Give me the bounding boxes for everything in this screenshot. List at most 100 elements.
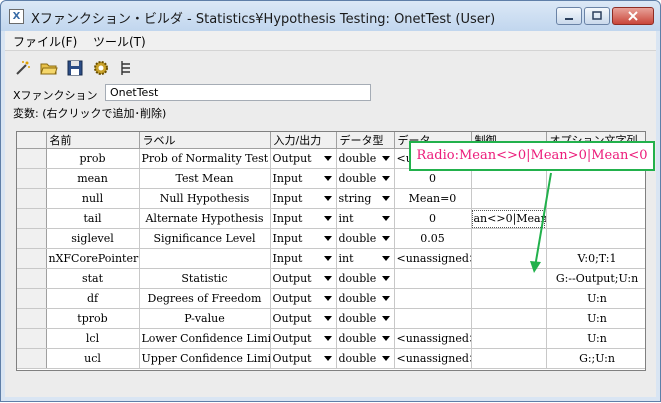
cell-label[interactable]: Null Hypothesis	[139, 188, 271, 209]
cell-type-dropdown[interactable]: int	[336, 208, 395, 229]
cell-io-dropdown[interactable]: Output	[270, 308, 337, 329]
cell-control[interactable]	[471, 328, 547, 349]
title-bar[interactable]: X Xファンクション・ビルダ - Statistics¥Hypothesis T…	[1, 1, 660, 31]
cell-name[interactable]: tprob	[46, 308, 140, 329]
cell-control[interactable]: an<>0|Mean>0|Mean<0	[471, 208, 547, 229]
dropdown-arrow-icon[interactable]	[381, 296, 390, 301]
cell-type-dropdown[interactable]: double	[336, 148, 395, 169]
cell-data[interactable]: <unassigned>	[394, 248, 472, 269]
xfunction-name-input[interactable]	[105, 84, 371, 101]
dropdown-arrow-icon[interactable]	[381, 336, 390, 341]
row-selector[interactable]	[17, 308, 47, 329]
cell-option[interactable]: G:;U:n	[546, 348, 645, 369]
cell-control[interactable]	[471, 268, 547, 289]
cell-option[interactable]: U:n	[546, 288, 645, 309]
cell-control[interactable]	[471, 228, 547, 249]
row-selector[interactable]	[17, 188, 47, 209]
table-row[interactable]: lcl Lower Confidence Limit Output double <un…	[17, 328, 645, 349]
row-selector[interactable]	[17, 148, 47, 169]
dropdown-arrow-icon[interactable]	[381, 236, 390, 241]
cell-io-dropdown[interactable]: Output	[270, 268, 337, 289]
cell-control[interactable]	[471, 188, 547, 209]
new-wand-icon[interactable]	[13, 58, 33, 78]
cell-control[interactable]	[471, 308, 547, 329]
cell-control[interactable]	[471, 248, 547, 269]
cell-io-dropdown[interactable]: Output	[270, 288, 337, 309]
table-row[interactable]: stat Statistic Output double G:--Output;U:n	[17, 268, 645, 289]
save-disk-icon[interactable]	[65, 58, 85, 78]
row-selector[interactable]	[17, 328, 47, 349]
maximize-button[interactable]	[584, 7, 610, 25]
cell-name[interactable]: stat	[46, 268, 140, 289]
cell-type-dropdown[interactable]: double	[336, 308, 395, 329]
tree-view-icon[interactable]	[117, 58, 137, 78]
table-row[interactable]: df Degrees of Freedom Output double U:n	[17, 288, 645, 309]
table-row[interactable]: nXFCorePointer Input int <unassigned> V:0;T:…	[17, 248, 645, 269]
dropdown-arrow-icon[interactable]	[323, 336, 332, 341]
dropdown-arrow-icon[interactable]	[381, 196, 390, 201]
dropdown-arrow-icon[interactable]	[323, 276, 332, 281]
close-button[interactable]	[612, 7, 654, 25]
cell-io-dropdown[interactable]: Output	[270, 328, 337, 349]
cell-name[interactable]: siglevel	[46, 228, 140, 249]
cell-name[interactable]: ucl	[46, 348, 140, 369]
cell-option[interactable]: V:0;T:1	[546, 248, 645, 269]
dropdown-arrow-icon[interactable]	[323, 356, 332, 361]
dropdown-arrow-icon[interactable]	[381, 316, 390, 321]
cell-type-dropdown[interactable]: double	[336, 168, 395, 189]
cell-io-dropdown[interactable]: Input	[270, 208, 337, 229]
cell-label[interactable]: Prob of Normality Test	[139, 148, 271, 169]
row-selector[interactable]	[17, 168, 47, 189]
table-row[interactable]: siglevel Significance Level Input double 0.0…	[17, 228, 645, 249]
cell-option[interactable]: G:--Output;U:n	[546, 268, 645, 289]
minimize-button[interactable]	[556, 7, 582, 25]
cell-name[interactable]: df	[46, 288, 140, 309]
cell-type-dropdown[interactable]: double	[336, 328, 395, 349]
cell-option[interactable]: U:n	[546, 308, 645, 329]
cell-label[interactable]: Lower Confidence Limit	[139, 328, 271, 349]
cell-data[interactable]: Mean=0	[394, 188, 472, 209]
cell-data[interactable]	[394, 308, 472, 329]
dropdown-arrow-icon[interactable]	[381, 156, 390, 161]
cell-option[interactable]	[546, 208, 645, 229]
col-header-name[interactable]: 名前	[46, 132, 140, 149]
cell-label[interactable]: Upper Confidence Limit	[139, 348, 271, 369]
dropdown-arrow-icon[interactable]	[323, 176, 332, 181]
cell-label[interactable]: Test Mean	[139, 168, 271, 189]
cell-option[interactable]: U:n	[546, 328, 645, 349]
row-selector[interactable]	[17, 348, 47, 369]
cell-name[interactable]: prob	[46, 148, 140, 169]
dropdown-arrow-icon[interactable]	[381, 256, 390, 261]
cell-option[interactable]	[546, 228, 645, 249]
cell-type-dropdown[interactable]: int	[336, 248, 395, 269]
dropdown-arrow-icon[interactable]	[323, 236, 332, 241]
cell-data[interactable]: <unassigned>	[394, 328, 472, 349]
cell-type-dropdown[interactable]: double	[336, 228, 395, 249]
cell-io-dropdown[interactable]: Input	[270, 228, 337, 249]
open-folder-icon[interactable]	[39, 58, 59, 78]
cell-data[interactable]: 0.05	[394, 228, 472, 249]
dropdown-arrow-icon[interactable]	[381, 176, 390, 181]
cell-data[interactable]: 0	[394, 168, 472, 189]
row-selector[interactable]	[17, 228, 47, 249]
cell-control[interactable]	[471, 168, 547, 189]
cell-control[interactable]	[471, 288, 547, 309]
settings-gear-icon[interactable]	[91, 58, 111, 78]
cell-name[interactable]: lcl	[46, 328, 140, 349]
cell-name[interactable]: nXFCorePointer	[46, 248, 140, 269]
row-selector[interactable]	[17, 248, 47, 269]
dropdown-arrow-icon[interactable]	[323, 196, 332, 201]
dropdown-arrow-icon[interactable]	[323, 296, 332, 301]
cell-label[interactable]: P-value	[139, 308, 271, 329]
cell-io-dropdown[interactable]: Input	[270, 248, 337, 269]
menu-file[interactable]: ファイル(F)	[13, 33, 77, 50]
row-selector[interactable]	[17, 288, 47, 309]
dropdown-arrow-icon[interactable]	[323, 316, 332, 321]
col-header-type[interactable]: データ型	[336, 132, 395, 149]
cell-data[interactable]	[394, 288, 472, 309]
cell-label[interactable]: Alternate Hypothesis	[139, 208, 271, 229]
cell-type-dropdown[interactable]: string	[336, 188, 395, 209]
cell-name[interactable]: mean	[46, 168, 140, 189]
cell-type-dropdown[interactable]: double	[336, 348, 395, 369]
cell-io-dropdown[interactable]: Input	[270, 188, 337, 209]
